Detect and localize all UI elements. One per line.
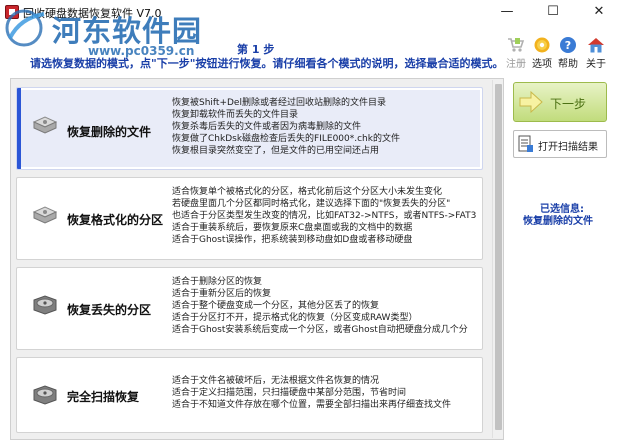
- disk-icon: [33, 385, 57, 405]
- next-step-button[interactable]: 下一步: [513, 82, 607, 122]
- scrollbar-thumb[interactable]: [495, 84, 502, 430]
- option-line: 适合恢复单个被格式化的分区，格式化前后这个分区大小未发生变化: [172, 187, 443, 197]
- option-line: 适合于重新分区后的恢复: [172, 289, 272, 299]
- option-line: 恢复根目录突然变空了，但是文件的已用空间还占用: [172, 146, 380, 156]
- disk-icon: [32, 116, 58, 134]
- about-button[interactable]: 关于: [581, 36, 611, 70]
- minimize-button[interactable]: —: [484, 0, 530, 24]
- option-title: 恢复删除的文件: [67, 125, 152, 139]
- option-line: 适合于重装系统后，要恢复原来C盘桌面或我的文档中的数据: [172, 223, 413, 233]
- watermark-logo: [5, 9, 45, 47]
- watermark-url: www.pc0359.cn: [88, 44, 195, 58]
- option-description: 恢复被Shift+Del删除或者经过回收站删除的文件目录 恢复卸载软件而丢失的文…: [172, 97, 482, 157]
- svg-text:?: ?: [565, 39, 571, 52]
- selection-indicator: [17, 88, 21, 169]
- option-line: 若硬盘里面几个分区都同时格式化，建议选择下面的"恢复丢失的分区": [172, 199, 451, 209]
- option-line: 也适合于分区类型发生改变的情况，比如FAT32->NTFS，或者NTFS->FA…: [172, 211, 477, 221]
- help-icon: ?: [560, 37, 576, 53]
- maximize-button[interactable]: ☐: [530, 0, 576, 24]
- option-description: 适合恢复单个被格式化的分区，格式化前后这个分区大小未发生变化 若硬盘里面几个分区…: [172, 186, 482, 246]
- gear-icon: [534, 37, 550, 53]
- option-line: 适合于定义扫描范围，只扫描硬盘中某部分范围，节省时间: [172, 388, 407, 398]
- selected-info-value: 恢复删除的文件: [523, 216, 593, 227]
- option-line: 适合于不知道文件存放在哪个位置，需要全部扫描出来再仔细查找文件: [172, 400, 452, 410]
- help-label: 帮助: [558, 59, 578, 70]
- option-line: 适合于Ghost误操作，把系统装到移动盘如D盘或者移动硬盘: [172, 235, 413, 245]
- option-line: 适合于文件名被破坏后，无法根据文件名恢复的情况: [172, 376, 380, 386]
- house-icon: [588, 38, 604, 53]
- option-line: 恢复被Shift+Del删除或者经过回收站删除的文件目录: [172, 98, 386, 108]
- option-title: 恢复格式化的分区: [67, 213, 164, 227]
- option-full-scan-recovery[interactable]: 完全扫描恢复 适合于文件名被破坏后，无法根据文件名恢复的情况 适合于定义扫描范围…: [16, 357, 483, 433]
- option-line: 恢复杀毒后丢失的文件或者因为病毒删除的文件: [172, 122, 362, 132]
- help-button[interactable]: ? 帮助: [553, 36, 583, 70]
- option-recover-formatted-partition[interactable]: 恢复格式化的分区 适合恢复单个被格式化的分区，格式化前后这个分区大小未发生变化 …: [16, 177, 483, 260]
- arrow-right-icon: [519, 90, 543, 114]
- option-list-scrollbar[interactable]: [492, 80, 503, 438]
- option-line: 恢复卸载软件而丢失的文件目录: [172, 110, 299, 120]
- option-recover-deleted-files[interactable]: 恢复删除的文件 恢复被Shift+Del删除或者经过回收站删除的文件目录 恢复卸…: [16, 87, 483, 170]
- option-line: 恢复做了ChkDsk磁盘检查后丢失的FILE000*.chk的文件: [172, 134, 400, 144]
- option-description: 适合于删除分区的恢复 适合于重新分区后的恢复 适合于整个硬盘变成一个分区，其他分…: [172, 276, 482, 336]
- close-button[interactable]: ✕: [576, 0, 622, 24]
- option-line: 适合于删除分区的恢复: [172, 277, 263, 287]
- recovery-mode-list: 恢复删除的文件 恢复被Shift+Del删除或者经过回收站删除的文件目录 恢复卸…: [10, 78, 504, 440]
- disk-icon: [32, 206, 58, 224]
- cart-icon: [508, 38, 525, 52]
- option-title: 完全扫描恢复: [67, 390, 140, 404]
- disk-icon: [33, 295, 57, 315]
- option-line: 适合于Ghost安装系统后变成一个分区，或者Ghost自动把硬盘分成几个分: [172, 325, 468, 335]
- option-description: 适合于文件名被破坏后，无法根据文件名恢复的情况 适合于定义扫描范围，只扫描硬盘中…: [172, 375, 482, 411]
- open-scan-results-label: 打开扫描结果: [538, 142, 598, 153]
- open-scan-results-button[interactable]: 打开扫描结果: [513, 130, 607, 158]
- document-icon: [518, 135, 533, 152]
- about-label: 关于: [586, 59, 606, 70]
- option-line: 适合于分区打不开，提示格式化的恢复（分区变成RAW类型）: [172, 313, 418, 323]
- option-line: 适合于整个硬盘变成一个分区，其他分区丢了的恢复: [172, 301, 380, 311]
- option-recover-lost-partition[interactable]: 恢复丢失的分区 适合于删除分区的恢复 适合于重新分区后的恢复 适合于整个硬盘变成…: [16, 267, 483, 350]
- next-step-label: 下一步: [550, 97, 587, 111]
- option-title: 恢复丢失的分区: [67, 303, 152, 317]
